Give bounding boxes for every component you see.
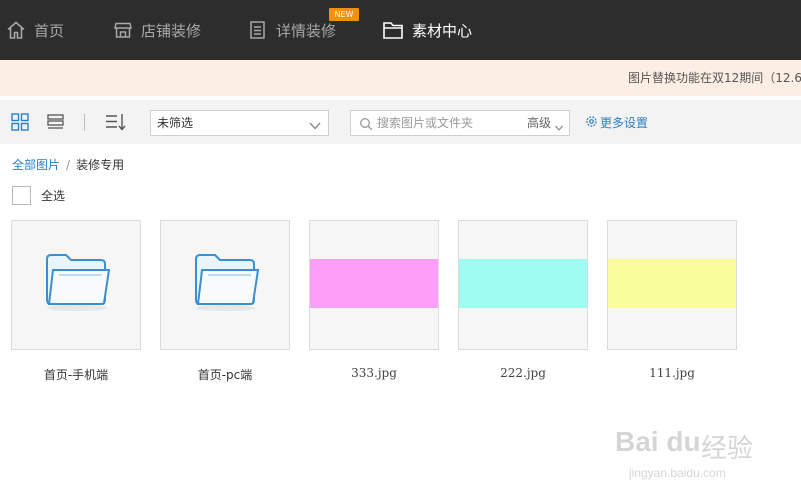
image-tile[interactable]	[309, 220, 439, 350]
top-nav: 首页 店铺装修 详情装修 NEW 素材中心	[0, 0, 801, 60]
folder-tile[interactable]	[11, 220, 141, 350]
image-tile[interactable]	[458, 220, 588, 350]
breadcrumb: 全部图片 / 装修专用	[12, 157, 124, 173]
select-all[interactable]: 全选	[12, 186, 65, 205]
select-all-checkbox[interactable]	[12, 186, 31, 205]
store-icon	[113, 20, 133, 40]
search-input[interactable]	[377, 113, 517, 133]
folder-icon	[382, 20, 404, 40]
tile-label: 333.jpg	[351, 366, 397, 380]
image-thumbnail	[608, 259, 736, 308]
folder-icon	[44, 251, 111, 317]
new-badge: NEW	[329, 8, 359, 21]
advanced-search-button[interactable]: 高级	[527, 111, 551, 135]
image-thumbnail	[459, 259, 587, 308]
notice-bar: 图片替换功能在双12期间（12.6~	[0, 60, 801, 96]
toolbar-divider	[84, 114, 85, 131]
list-view-icon[interactable]	[46, 112, 66, 132]
nav-label: 首页	[34, 21, 65, 40]
nav-item-store-decoration[interactable]: 店铺装修	[113, 0, 201, 60]
select-all-label: 全选	[41, 189, 66, 203]
nav-label: 详情装修	[276, 21, 337, 40]
filter-select[interactable]: 未筛选	[150, 110, 329, 136]
baidu-jingyan-watermark: Bai du 经验 jingyan.baidu.com	[615, 414, 765, 484]
grid-view-icon[interactable]	[10, 112, 30, 132]
tile-label: 222.jpg	[500, 366, 546, 380]
tile-label: 111.jpg	[649, 366, 695, 380]
notice-text: 图片替换功能在双12期间（12.6~	[628, 71, 801, 85]
search-box: 高级	[350, 110, 570, 136]
sort-icon[interactable]	[105, 112, 126, 132]
nav-item-detail-decoration[interactable]: 详情装修	[248, 0, 336, 60]
search-icon	[359, 116, 373, 135]
nav-item-home[interactable]: 首页	[6, 0, 64, 60]
breadcrumb-separator: /	[66, 158, 71, 172]
watermark-url: jingyan.baidu.com	[629, 466, 726, 480]
more-settings-link[interactable]: 更多设置	[585, 113, 648, 132]
filter-value: 未筛选	[157, 116, 194, 130]
toolbar: 未筛选 高级 更多设置	[0, 100, 801, 144]
chevron-down-icon	[554, 118, 564, 137]
chevron-down-icon	[308, 117, 322, 136]
watermark-brand: Bai du	[615, 426, 701, 457]
tile-label: 首页-pc端	[197, 368, 253, 382]
home-icon	[6, 20, 26, 40]
folder-icon	[193, 251, 260, 317]
tile-label: 首页-手机端	[43, 368, 109, 382]
nav-label: 素材中心	[412, 21, 473, 40]
more-settings-label: 更多设置	[600, 116, 649, 130]
nav-label: 店铺装修	[141, 21, 202, 40]
breadcrumb-root[interactable]: 全部图片	[12, 158, 60, 172]
image-thumbnail	[310, 259, 438, 308]
document-icon	[248, 20, 268, 40]
watermark-product: 经验	[701, 434, 754, 464]
nav-item-material-center[interactable]: 素材中心	[382, 0, 472, 60]
folder-tile[interactable]	[160, 220, 290, 350]
image-tile[interactable]	[607, 220, 737, 350]
gear-icon	[585, 113, 598, 132]
breadcrumb-current: 装修专用	[76, 158, 125, 172]
